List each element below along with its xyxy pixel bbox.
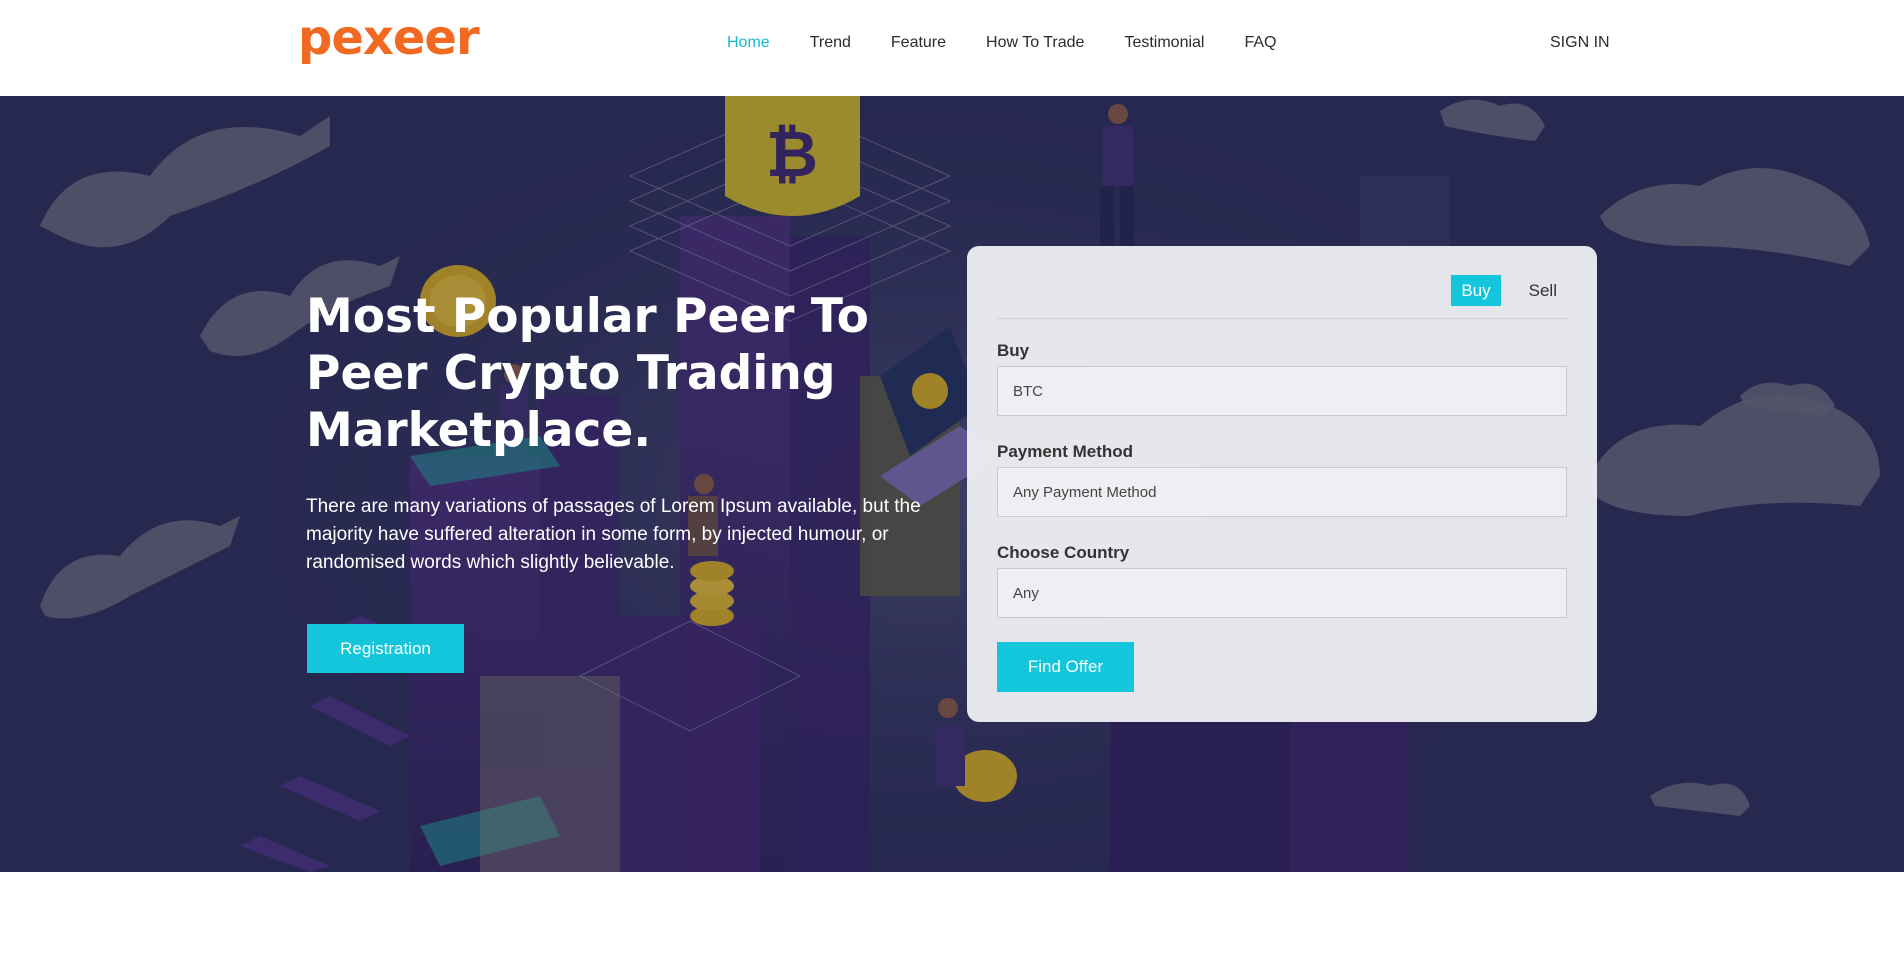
find-offer-button[interactable]: Find Offer [997,642,1134,692]
main-nav: Home Trend Feature How To Trade Testimon… [727,34,1277,52]
buy-currency-input[interactable] [997,366,1567,416]
nav-testimonial[interactable]: Testimonial [1124,34,1204,52]
card-divider [997,318,1567,319]
nav-trend[interactable]: Trend [810,34,851,52]
site-header: pexeer Home Trend Feature How To Trade T… [0,0,1904,96]
hero-title: Most Popular Peer To Peer Crypto Trading… [306,289,869,458]
nav-feature[interactable]: Feature [891,34,946,52]
hero-description: There are many variations of passages of… [306,496,921,573]
nav-home[interactable]: Home [727,34,770,52]
tab-buy[interactable]: Buy [1451,275,1501,306]
nav-faq[interactable]: FAQ [1244,34,1276,52]
buy-sell-tabs: Buy Sell [1451,275,1567,306]
buy-field-label: Buy [997,341,1030,360]
trade-search-card: Buy Sell Buy Payment Method Choose Count… [967,246,1597,722]
nav-how-to-trade[interactable]: How To Trade [986,34,1084,52]
tab-sell[interactable]: Sell [1519,275,1567,306]
country-input[interactable] [997,568,1567,618]
hero-section: ₿ Most Popular Peer To Peer Crypto Tradi… [0,96,1904,872]
registration-button[interactable]: Registration [307,624,464,673]
sign-in-link[interactable]: SIGN IN [1550,34,1610,52]
choose-country-label: Choose Country [997,543,1130,562]
payment-method-label: Payment Method [997,442,1134,461]
payment-method-input[interactable] [997,467,1567,517]
pexeer-logo[interactable]: pexeer [298,14,480,62]
hero-illustration: ₿ [0,96,1904,872]
